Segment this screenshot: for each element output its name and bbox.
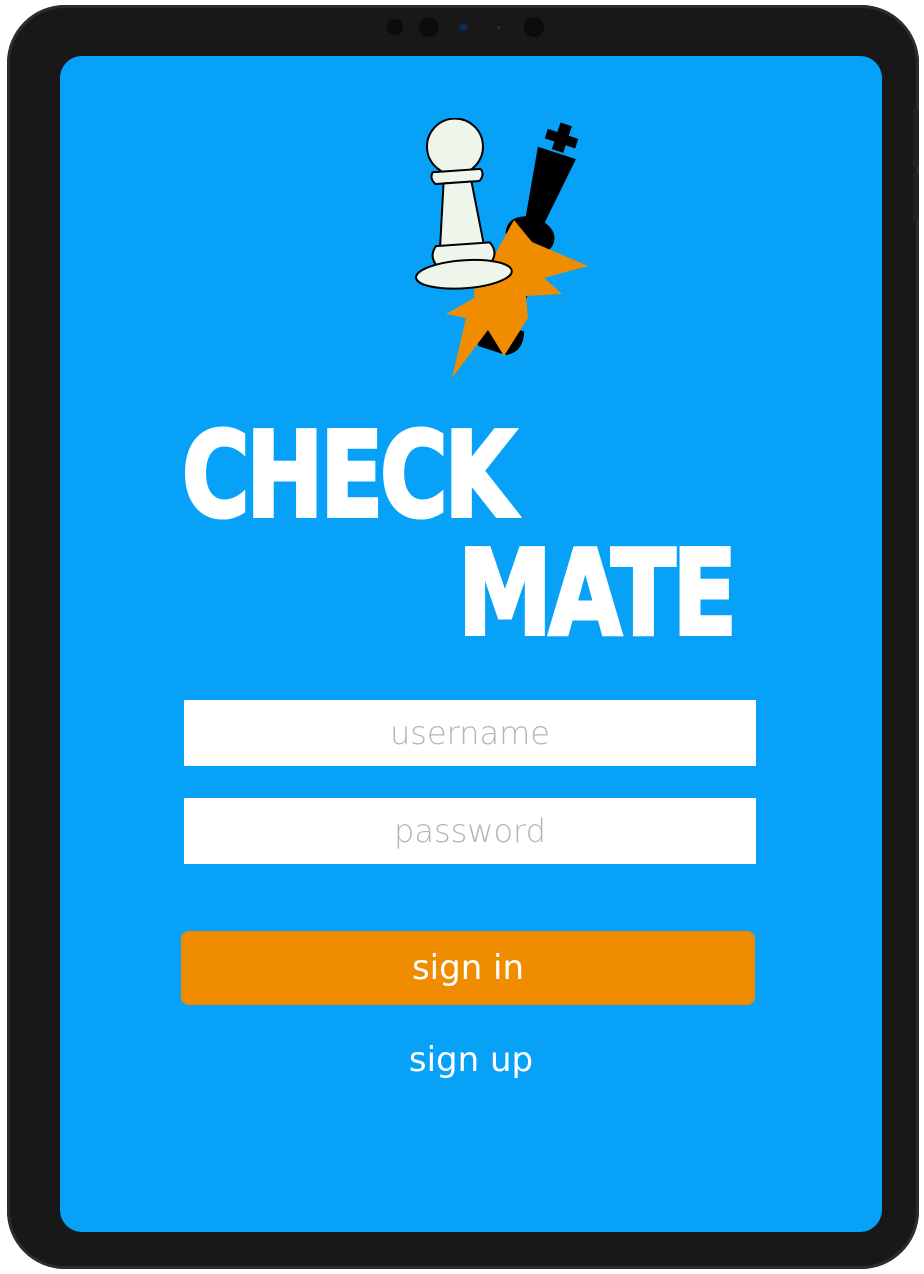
app-title-line-2: MATE [456,524,738,662]
white-pawn-icon [415,118,513,290]
sensor-dot [387,19,403,35]
side-button [913,109,919,167]
sensor-dot [524,17,544,37]
side-button [913,173,919,221]
app-logo [415,118,588,378]
sign-in-button[interactable]: sign in [181,931,755,1005]
password-input[interactable] [184,798,756,864]
app-screen: CHECK MATE sign in sign up [60,56,882,1232]
sensor-dot [497,26,500,29]
app-title-line-1: CHECK [180,406,517,544]
username-input[interactable] [184,700,756,766]
camera-lens [459,23,467,31]
sensor-dot [419,17,439,37]
sign-up-link[interactable]: sign up [60,1040,882,1080]
tablet-frame: CHECK MATE sign in sign up [7,5,919,1269]
